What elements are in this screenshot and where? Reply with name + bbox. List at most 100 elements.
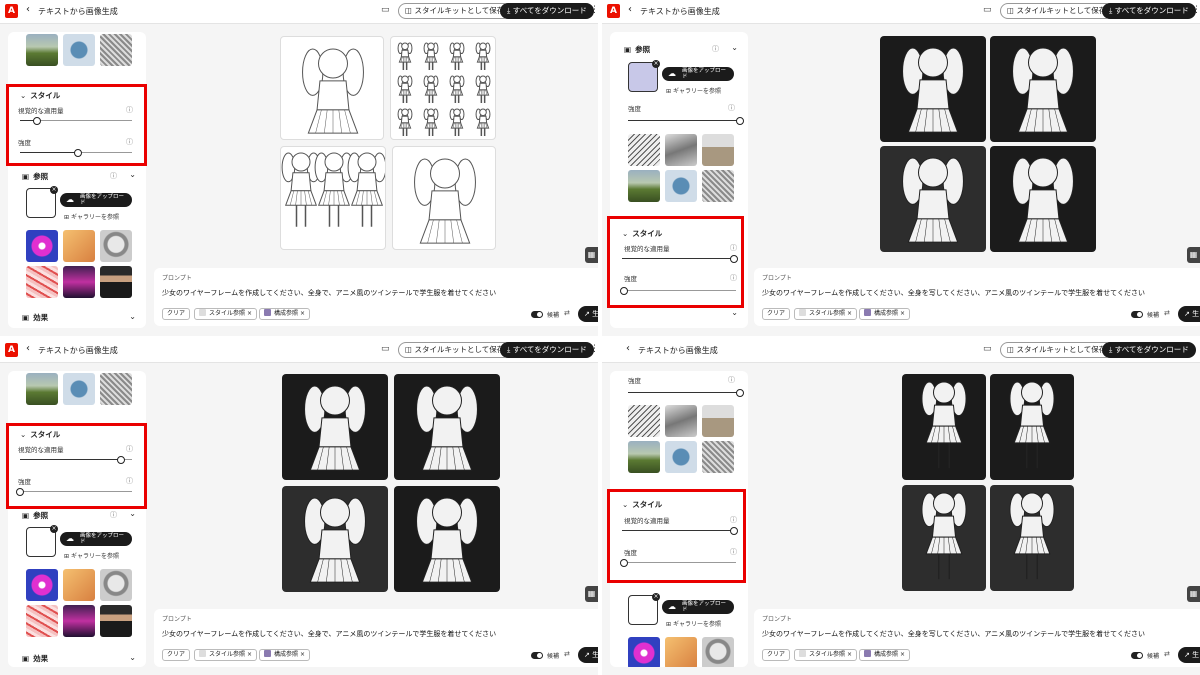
visual-amount-slider[interactable] <box>622 255 738 263</box>
browse-gallery-button[interactable]: ⊞ ギャラリーを参照 <box>64 551 119 560</box>
chevron-down-icon[interactable]: ⌄ <box>129 312 136 321</box>
structure-reference-chip[interactable]: 構成参照 × <box>259 649 310 661</box>
candidate-swap-icon[interactable]: ⇄ <box>564 309 570 317</box>
upload-image-button[interactable]: ☁ 画像をアップロード <box>60 532 132 546</box>
preset-thumbnail-sphere[interactable] <box>63 34 95 66</box>
preset-thumbnail-sphere[interactable] <box>665 441 697 473</box>
candidate-toggle[interactable] <box>1131 311 1143 318</box>
candidate-swap-icon[interactable]: ⇄ <box>1164 650 1170 658</box>
clear-button[interactable]: クリア <box>762 649 791 661</box>
info-icon[interactable]: ⓘ <box>728 103 735 113</box>
download-all-button[interactable]: ⤓ すべてをダウンロード <box>1102 3 1196 19</box>
reference-section-header[interactable]: ▣ 参照 <box>22 171 48 182</box>
reference-thumbnail-city[interactable] <box>63 605 95 637</box>
reference-thumbnail-statue[interactable] <box>100 569 132 601</box>
preset-thumbnail-sphere[interactable] <box>665 170 697 202</box>
reference-image-slot[interactable]: × <box>628 60 660 92</box>
reference-thumbnail-neon[interactable] <box>26 230 58 262</box>
slider-knob[interactable] <box>730 527 738 535</box>
generated-image-2[interactable] <box>394 374 500 480</box>
comment-icon[interactable]: ▭ <box>381 5 390 15</box>
generated-image-2[interactable] <box>990 374 1074 480</box>
preset-thumbnail-room[interactable] <box>702 134 734 166</box>
candidate-toggle[interactable] <box>1131 652 1143 659</box>
candidate-swap-icon[interactable]: ⇄ <box>564 650 570 658</box>
style-reference-chip[interactable]: スタイル参照 × <box>794 308 857 320</box>
grid-view-icon[interactable]: ▦ <box>585 247 598 263</box>
chevron-down-icon[interactable]: ⌄ <box>731 308 738 317</box>
preset-thumbnail-owl[interactable] <box>702 170 734 202</box>
slider-knob[interactable] <box>736 389 744 397</box>
reference-image-slot[interactable]: × <box>26 525 58 557</box>
reference-thumbnail-statue[interactable] <box>100 230 132 262</box>
slider-knob[interactable] <box>736 117 744 125</box>
prompt-input[interactable]: 少女のワイヤーフレームを作成してください、全身で、アニメ風のツインテールで学生服… <box>162 629 496 639</box>
apps-grid-icon[interactable]: ⋮⋮ <box>590 5 598 15</box>
download-all-button[interactable]: ⤓ すべてをダウンロード <box>1102 342 1196 358</box>
style-section-header[interactable]: ⌄ スタイル <box>622 228 662 239</box>
close-icon[interactable]: × <box>50 186 58 194</box>
preset-thumbnail-room[interactable] <box>702 405 734 437</box>
back-arrow-icon[interactable]: ‹ <box>626 343 630 354</box>
chip-close-icon[interactable]: × <box>900 651 905 658</box>
save-style-kit-button[interactable]: ◫ スタイルキットとして保存 <box>1000 3 1114 19</box>
info-icon[interactable]: ⓘ <box>730 547 737 557</box>
save-style-kit-button[interactable]: ◫ スタイルキットとして保存 <box>398 342 512 358</box>
preset-thumbnail-sketch[interactable] <box>628 134 660 166</box>
back-arrow-icon[interactable]: ‹ <box>26 4 30 15</box>
candidate-toggle[interactable] <box>531 652 543 659</box>
style-section-header[interactable]: ⌄ スタイル <box>622 499 662 510</box>
download-all-button[interactable]: ⤓ すべてをダウンロード <box>500 3 594 19</box>
grid-view-icon[interactable]: ▦ <box>585 586 598 602</box>
strength-slider[interactable] <box>20 149 132 157</box>
slider-knob[interactable] <box>32 117 41 125</box>
preset-thumbnail-sphere[interactable] <box>63 373 95 405</box>
generated-image-1[interactable] <box>280 36 384 140</box>
slider-knob[interactable] <box>74 149 83 157</box>
save-style-kit-button[interactable]: ◫ スタイルキットとして保存 <box>1000 342 1114 358</box>
visual-amount-slider[interactable] <box>20 117 132 125</box>
reference-thumbnail-thumbsup[interactable] <box>665 637 697 667</box>
generated-image-4[interactable] <box>392 146 496 250</box>
chip-close-icon[interactable]: × <box>300 310 305 317</box>
browse-gallery-button[interactable]: ⊞ ギャラリーを参照 <box>64 212 119 221</box>
preset-thumbnail-owl[interactable] <box>100 373 132 405</box>
grid-view-icon[interactable]: ▦ <box>1187 586 1200 602</box>
visual-amount-slider[interactable] <box>622 527 738 535</box>
reference-strength-slider[interactable] <box>628 389 744 397</box>
info-icon[interactable]: ⓘ <box>126 105 133 115</box>
comment-icon[interactable]: ▭ <box>381 344 390 354</box>
apps-grid-icon[interactable]: ⋮⋮ <box>1192 5 1200 15</box>
info-icon[interactable]: ⓘ <box>110 510 117 520</box>
preset-thumbnail-road[interactable] <box>628 170 660 202</box>
close-icon[interactable]: × <box>652 593 660 601</box>
reference-thumbnail-pattern[interactable] <box>26 605 58 637</box>
reference-thumbnail-thumbsup[interactable] <box>63 230 95 262</box>
visual-amount-slider[interactable] <box>20 456 132 464</box>
preset-thumbnail-owl[interactable] <box>100 34 132 66</box>
reference-thumbnail-statue[interactable] <box>702 637 734 667</box>
apps-grid-icon[interactable]: ⋮⋮ <box>590 344 598 354</box>
reference-image-slot[interactable]: × <box>26 186 58 218</box>
browse-gallery-button[interactable]: ⊞ ギャラリーを参照 <box>666 619 721 628</box>
close-icon[interactable]: × <box>50 525 58 533</box>
upload-image-button[interactable]: ☁ 画像をアップロード <box>662 600 734 614</box>
preset-thumbnail-sketch[interactable] <box>628 405 660 437</box>
preset-thumbnail-road[interactable] <box>628 441 660 473</box>
clear-button[interactable]: クリア <box>162 308 191 320</box>
reference-strength-slider[interactable] <box>628 117 744 125</box>
reference-thumbnail-neon[interactable] <box>628 637 660 667</box>
chevron-down-icon[interactable]: ⌄ <box>129 653 136 662</box>
reference-thumbnail-neon[interactable] <box>26 569 58 601</box>
preset-thumbnail-wave[interactable] <box>665 134 697 166</box>
info-icon[interactable]: ⓘ <box>730 273 737 283</box>
chip-close-icon[interactable]: × <box>247 651 252 658</box>
chevron-down-icon[interactable]: ⌄ <box>731 43 738 52</box>
back-arrow-icon[interactable]: ‹ <box>26 343 30 354</box>
info-icon[interactable]: ⓘ <box>110 171 117 181</box>
prompt-input[interactable]: 少女のワイヤーフレームを作成してください、全身で、アニメ風のツインテールで学生服… <box>162 288 496 298</box>
generated-image-3[interactable] <box>902 485 986 591</box>
chevron-down-icon[interactable]: ⌄ <box>129 170 136 179</box>
download-all-button[interactable]: ⤓ すべてをダウンロード <box>500 342 594 358</box>
chip-close-icon[interactable]: × <box>847 310 852 317</box>
